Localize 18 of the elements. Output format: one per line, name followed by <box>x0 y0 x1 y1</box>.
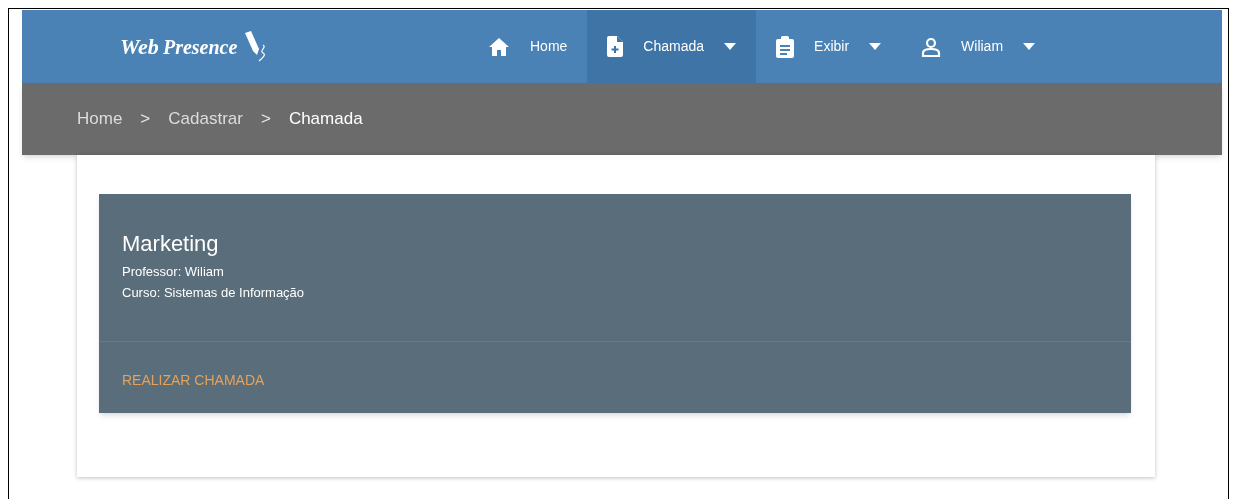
logo-text: Web Presence <box>120 33 238 61</box>
breadcrumb-link[interactable]: Chamada <box>288 106 363 132</box>
nav-item[interactable]: Exibir <box>756 10 902 83</box>
file-plus-icon <box>607 36 624 57</box>
breadcrumb-separator: > <box>260 108 271 131</box>
course-detail: Professor: Wiliam <box>122 263 225 281</box>
nav-item[interactable]: Chamada <box>587 10 757 83</box>
home-icon <box>488 36 510 57</box>
nav-item[interactable]: Home <box>468 10 588 83</box>
breadcrumb-separator: > <box>140 108 151 131</box>
take-attendance-link[interactable]: REALIZAR CHAMADA <box>122 370 265 391</box>
breadcrumb-link[interactable]: Cadastrar <box>168 106 243 132</box>
course-detail: Curso: Sistemas de Informação <box>122 284 306 302</box>
nav-item[interactable]: Wiliam <box>901 10 1056 83</box>
course-title: Marketing <box>122 230 220 258</box>
breadcrumb-link[interactable]: Home <box>77 106 123 132</box>
user-icon <box>921 36 942 57</box>
clipboard-icon <box>776 35 795 58</box>
